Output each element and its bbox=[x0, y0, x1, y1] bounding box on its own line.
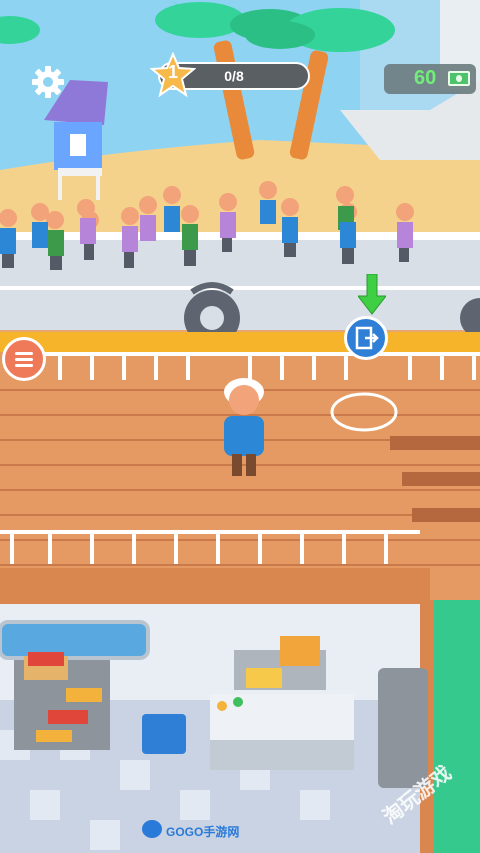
cash-icon bbox=[448, 71, 470, 86]
watermark-text: GOGO手游网 bbox=[166, 825, 240, 839]
level-number: 1 bbox=[167, 62, 178, 82]
menu-button[interactable] bbox=[2, 337, 46, 381]
ingredient-shelf bbox=[14, 652, 110, 750]
watermark-logo: GOGO手游网 bbox=[142, 820, 242, 842]
settings-button[interactable] bbox=[30, 64, 66, 100]
curb bbox=[0, 286, 480, 290]
money-amount: 60 bbox=[414, 67, 437, 89]
deck-step bbox=[390, 436, 480, 450]
trash-bin bbox=[142, 714, 186, 754]
corner-watermark-text: 淘玩游戏 bbox=[379, 762, 456, 829]
down-arrow-icon bbox=[358, 274, 386, 315]
exit-button[interactable] bbox=[344, 316, 388, 360]
watermark-icon bbox=[142, 820, 162, 838]
game-scene bbox=[0, 0, 480, 853]
gangway bbox=[0, 332, 480, 354]
money-display: 60 bbox=[384, 64, 476, 94]
deck-step bbox=[402, 472, 480, 486]
kitchen-counter bbox=[210, 694, 354, 770]
menu-icon-line bbox=[15, 358, 33, 361]
corner-watermark: 淘玩游戏 bbox=[372, 735, 480, 853]
galley-wall-top bbox=[0, 568, 430, 604]
exit-door-icon bbox=[355, 326, 379, 350]
deck-step bbox=[412, 508, 480, 522]
gear-icon bbox=[32, 66, 64, 98]
menu-icon bbox=[15, 352, 33, 355]
galley-window bbox=[0, 620, 150, 660]
menu-icon-line bbox=[15, 364, 33, 367]
